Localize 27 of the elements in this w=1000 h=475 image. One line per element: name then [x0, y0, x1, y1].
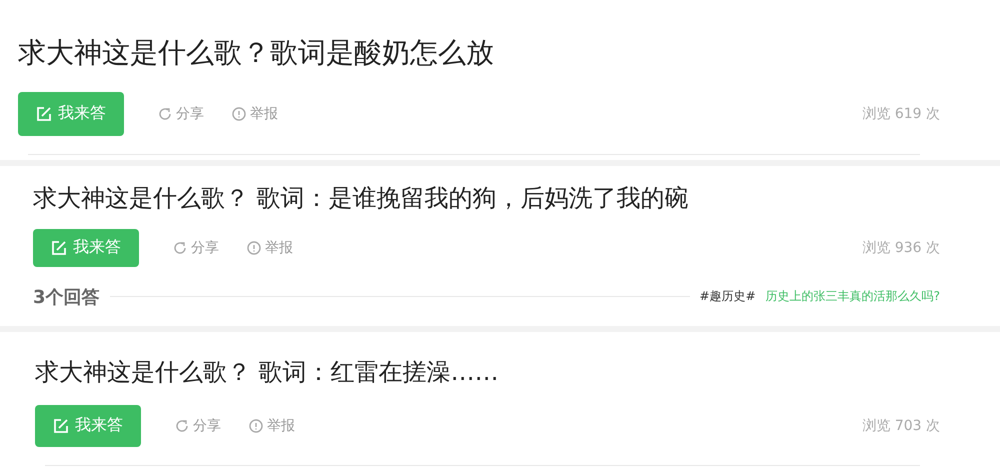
answer-count: 3个回答: [33, 286, 100, 309]
share-link[interactable]: 分享: [158, 104, 204, 123]
view-count: 浏览 619 次: [862, 104, 940, 123]
report-link[interactable]: 举报: [247, 238, 293, 257]
view-count: 浏览 936 次: [862, 238, 940, 257]
info-icon: [247, 240, 261, 255]
edit-icon: [36, 106, 52, 122]
question-title: 求大神这是什么歌？歌词是酸奶怎么放: [18, 36, 495, 70]
view-count: 浏览 703 次: [862, 416, 940, 435]
topic-link[interactable]: 历史上的张三丰真的活那么久吗?: [766, 288, 940, 306]
question-title: 求大神这是什么歌？ 歌词：是谁挽留我的狗，后妈洗了我的碗: [33, 184, 690, 213]
info-icon: [232, 106, 246, 121]
share-icon: [173, 240, 187, 255]
report-link[interactable]: 举报: [249, 416, 295, 435]
share-icon: [158, 106, 172, 121]
answer-button[interactable]: 我来答: [18, 92, 124, 136]
answer-button[interactable]: 我来答: [35, 404, 141, 447]
edit-icon: [51, 240, 67, 256]
topic-tag[interactable]: #趣历史#: [700, 288, 756, 306]
share-link[interactable]: 分享: [173, 238, 219, 257]
answer-button[interactable]: 我来答: [33, 228, 139, 267]
edit-icon: [53, 418, 69, 434]
report-link[interactable]: 举报: [232, 104, 278, 123]
question-title: 求大神这是什么歌？ 歌词：红雷在搓澡……: [35, 358, 500, 387]
share-icon: [175, 418, 189, 433]
info-icon: [249, 418, 263, 433]
share-link[interactable]: 分享: [175, 416, 221, 435]
